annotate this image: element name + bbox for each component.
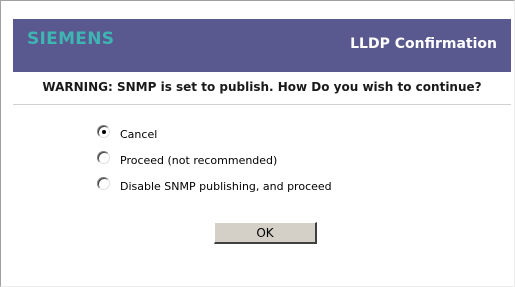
proceed-label[interactable]: Proceed (not recommended) [120, 154, 277, 167]
proceed-radio[interactable] [97, 150, 110, 164]
option-group: Cancel Proceed (not recommended) Disable… [97, 121, 332, 199]
cancel-radio[interactable] [97, 124, 110, 138]
option-disable-snmp[interactable]: Disable SNMP publishing, and proceed [97, 173, 332, 199]
ok-button[interactable]: OK [214, 222, 317, 244]
disable-snmp-label[interactable]: Disable SNMP publishing, and proceed [120, 180, 332, 193]
siemens-logo: SIEMENS [27, 29, 115, 49]
radio-selected-dot [102, 129, 106, 134]
dialog-frame: SIEMENS LLDP Confirmation WARNING: SNMP … [0, 0, 515, 287]
option-proceed[interactable]: Proceed (not recommended) [97, 147, 332, 173]
option-cancel[interactable]: Cancel [97, 121, 332, 147]
disable-snmp-radio[interactable] [97, 176, 110, 190]
warning-message: WARNING: SNMP is set to publish. How Do … [42, 80, 482, 94]
header-bar: SIEMENS LLDP Confirmation [13, 19, 511, 72]
page-title: LLDP Confirmation [350, 36, 497, 52]
divider [13, 104, 511, 105]
cancel-label[interactable]: Cancel [120, 128, 157, 141]
